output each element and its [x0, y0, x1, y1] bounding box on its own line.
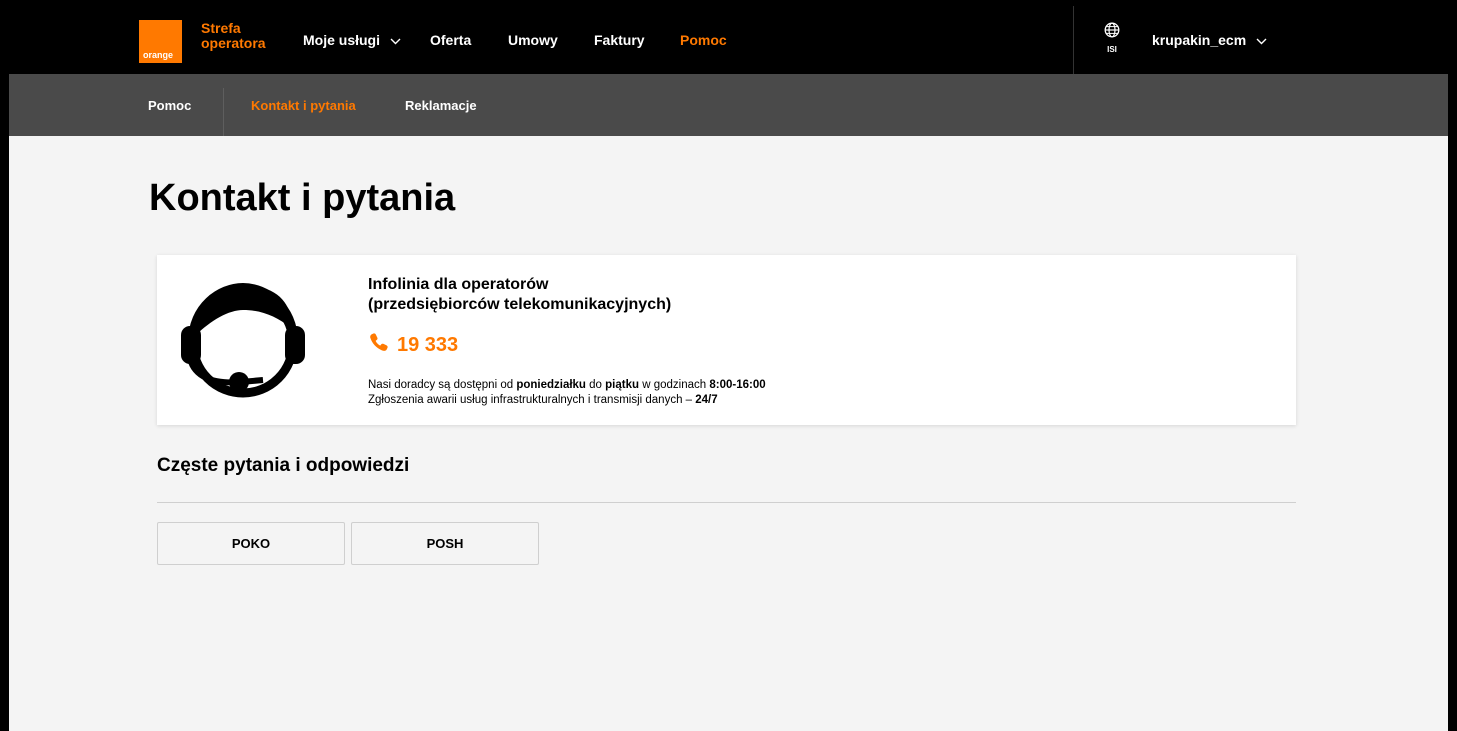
top-navbar: orange Strefa operatora Moje usługi Ofer… — [9, 6, 1448, 74]
brand-title[interactable]: Strefa operatora — [201, 21, 266, 51]
subnav-reklamacje[interactable]: Reklamacje — [405, 74, 477, 136]
nav-moje-uslugi[interactable]: Moje usługi — [303, 6, 401, 74]
chevron-down-icon — [1256, 32, 1267, 48]
infoline-title: Infolinia dla operatorów (przedsiębiorcó… — [368, 275, 671, 315]
note-text: do — [585, 379, 606, 391]
note-text: Zgłoszenia awarii usług infrastrukturaln… — [368, 394, 696, 406]
logo-text: orange — [143, 50, 174, 60]
note-bold-hours: 8:00-16:00 — [709, 379, 766, 391]
infoline-title-line-2: (przedsiębiorców telekomunikacyjnych) — [368, 296, 672, 313]
contact-card: Infolinia dla operatorów (przedsiębiorcó… — [157, 255, 1296, 425]
phone-number: 19 333 — [397, 333, 459, 356]
user-menu[interactable]: krupakin_ecm — [1152, 6, 1267, 74]
nav-pomoc[interactable]: Pomoc — [680, 6, 727, 74]
note-text: Nasi doradcy są dostępni od — [368, 379, 517, 391]
chevron-down-icon — [390, 32, 401, 48]
sub-navbar: Pomoc Kontakt i pytania Reklamacje — [9, 74, 1448, 136]
brand-line-1: Strefa — [201, 20, 241, 36]
note-bold-day-start: poniedziałku — [516, 379, 586, 391]
nav-umowy[interactable]: Umowy — [508, 6, 558, 74]
subnav-divider — [223, 88, 224, 136]
header-divider — [1073, 6, 1074, 74]
availability-line-1: Nasi doradcy są dostępni od poniedziałku… — [368, 378, 766, 393]
availability-note: Nasi doradcy są dostępni od poniedziałku… — [368, 378, 766, 408]
app-frame: orange Strefa operatora Moje usługi Ofer… — [9, 6, 1448, 731]
nav-moje-uslugi-label: Moje usługi — [303, 32, 380, 48]
faq-poko-button[interactable]: POKO — [157, 522, 345, 565]
infoline-title-line-1: Infolinia dla operatorów — [368, 276, 549, 293]
page-title: Kontakt i pytania — [149, 177, 456, 219]
brand-line-2: operatora — [201, 35, 266, 51]
availability-line-2: Zgłoszenia awarii usług infrastrukturaln… — [368, 393, 766, 408]
orange-logo[interactable]: orange — [139, 20, 182, 63]
note-text: w godzinach — [639, 379, 710, 391]
phone-link[interactable]: 19 333 — [369, 332, 458, 358]
phone-icon — [369, 332, 397, 358]
subnav-pomoc[interactable]: Pomoc — [148, 74, 191, 136]
nav-oferta[interactable]: Oferta — [430, 6, 471, 74]
subnav-kontakt-i-pytania[interactable]: Kontakt i pytania — [251, 74, 356, 136]
note-bold-day-end: piątku — [605, 379, 640, 391]
language-label: ISI — [1107, 45, 1117, 54]
username: krupakin_ecm — [1152, 32, 1247, 48]
headset-agent-icon — [181, 276, 305, 402]
faq-title: Częste pytania i odpowiedzi — [157, 455, 410, 476]
nav-faktury[interactable]: Faktury — [594, 6, 645, 74]
faq-posh-button[interactable]: POSH — [351, 522, 539, 565]
language-selector[interactable]: ISI — [1099, 22, 1125, 54]
faq-divider — [157, 502, 1296, 503]
note-bold-247: 24/7 — [695, 394, 718, 406]
globe-icon — [1104, 22, 1120, 42]
